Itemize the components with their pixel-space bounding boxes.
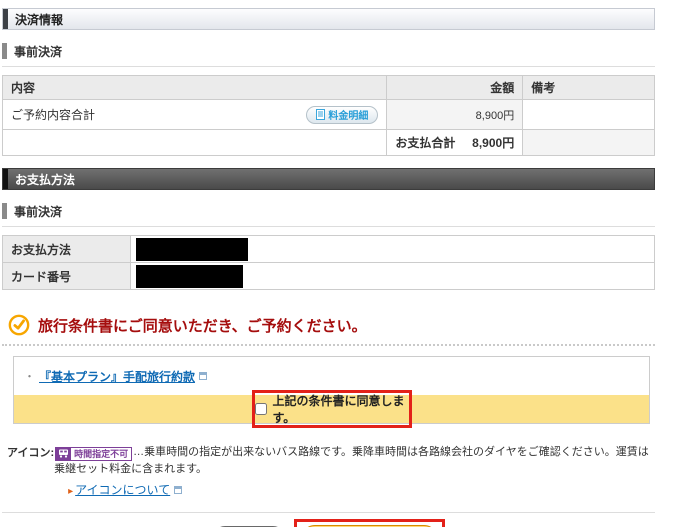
fee-detail-label: 料金明細 (328, 107, 368, 122)
charge-amount: 8,900円 (387, 100, 523, 130)
redacted-payment-method-value (136, 238, 248, 261)
payment-method-title: お支払方法 (8, 171, 75, 188)
agreement-notice: 旅行条件書にご同意いただき、ご予約ください。 (2, 314, 655, 336)
agreement-notice-text: 旅行条件書にご同意いただき、ご予約ください。 (38, 315, 367, 336)
payment-method-table: お支払方法 カード番号 (2, 235, 655, 290)
col-header-note: 備考 (523, 76, 655, 100)
icon-legend: アイコン: 時間指定不可…乗車時間の指定が出来ないバス路線です。乗降車時間は各路… (2, 444, 655, 500)
charge-note (523, 100, 655, 130)
card-number-label: カード番号 (3, 263, 131, 290)
terms-box: ・ 『基本プラン』手配旅行約款 上記の条件書に同意します。 (13, 356, 650, 424)
charge-table-header-row: 内容 金額 備考 (3, 76, 655, 100)
divider (2, 512, 655, 513)
charge-row: ご予約内容合計 料金明細 8,900円 (3, 100, 655, 130)
prepayment-subtitle: 事前決済 (14, 43, 62, 60)
payment-method-header: お支払方法 (2, 168, 655, 190)
payment-info-header: 決済情報 (2, 8, 655, 30)
prepayment-subheader-2: 事前決済 (2, 202, 655, 220)
total-empty-cell (3, 130, 387, 156)
document-icon (316, 109, 325, 120)
about-icons-link[interactable]: アイコンについて (75, 483, 170, 497)
payment-method-label: お支払方法 (3, 236, 131, 263)
redacted-card-number-value (136, 265, 243, 288)
payment-info-title: 決済情報 (8, 11, 63, 28)
payment-method-row: お支払方法 (3, 236, 655, 263)
fee-detail-button[interactable]: 料金明細 (306, 106, 378, 124)
external-link-icon (174, 486, 182, 494)
agree-checkbox[interactable] (255, 403, 267, 415)
col-header-content: 内容 (3, 76, 387, 100)
total-row: お支払合計 8,900円 (3, 130, 655, 156)
subheader-accent-bar (2, 203, 7, 219)
dotted-divider (2, 344, 655, 346)
agree-checkbox-label[interactable]: 上記の条件書に同意します。 (273, 392, 409, 426)
terms-link[interactable]: 『基本プラン』手配旅行約款 (39, 368, 195, 385)
subheader-accent-bar (2, 43, 7, 59)
charge-table: 内容 金額 備考 ご予約内容合計 料金明細 (2, 75, 655, 156)
bullet: ・ (24, 368, 35, 384)
card-number-row: カード番号 (3, 263, 655, 290)
triangle-bullet: ▸ (68, 486, 73, 497)
prepayment-subtitle-2: 事前決済 (14, 203, 62, 220)
external-link-icon (199, 372, 207, 380)
divider (2, 66, 655, 67)
time-not-specifiable-badge: 時間指定不可 (55, 447, 132, 461)
agree-row: 上記の条件書に同意します。 (14, 395, 649, 423)
total-label: お支払合計 (395, 134, 455, 151)
badge-label: 時間指定不可 (71, 446, 131, 462)
total-note (523, 130, 655, 156)
red-annotation-box-complete: 予約を完了する ▶ (294, 519, 446, 527)
divider (2, 226, 655, 227)
bus-icon (58, 449, 69, 458)
total-amount: 8,900円 (472, 134, 514, 151)
icon-about-line: ▸アイコンについて (54, 482, 654, 500)
red-annotation-box-checkbox: 上記の条件書に同意します。 (252, 390, 412, 428)
charge-row-label: ご予約内容合計 (11, 106, 95, 123)
col-header-amount: 金額 (387, 76, 523, 100)
prepayment-subheader: 事前決済 (2, 42, 655, 60)
check-circle-icon (8, 314, 30, 336)
icon-legend-label: アイコン: (7, 444, 54, 500)
payment-confirmation-page: 決済情報 事前決済 内容 金額 備考 ご予約内容合計 (0, 0, 696, 527)
action-buttons: ◀ 戻る 予約を完了する ▶ (2, 519, 655, 527)
icon-legend-description: …乗車時間の指定が出来ないバス路線です。乗降車時間は各路線会社のダイヤをご確認く… (54, 446, 649, 475)
